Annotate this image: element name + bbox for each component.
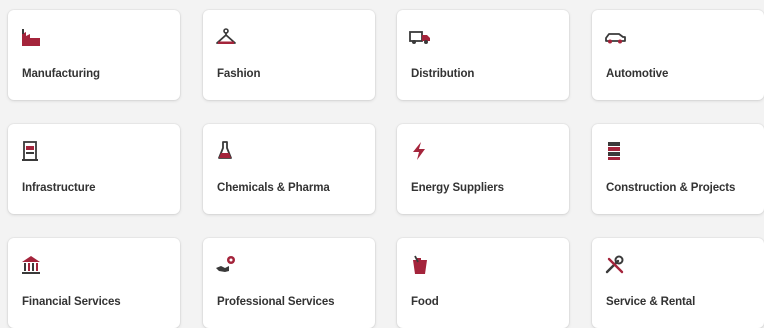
building-infrastructure-icon [20,140,42,162]
food-basket-icon [409,254,431,276]
industry-label: Automotive [606,68,669,80]
construction-stack-icon [604,140,626,162]
industry-label: Fashion [217,68,261,80]
industry-grid: Manufacturing Fashion Distribution Autom… [0,0,764,328]
clothes-hanger-icon [215,26,237,48]
car-icon [604,26,626,48]
industry-label: Financial Services [22,296,121,308]
industry-label: Professional Services [217,296,335,308]
industry-card-fashion[interactable]: Fashion [203,10,375,100]
industry-label: Energy Suppliers [411,182,504,194]
industry-card-distribution[interactable]: Distribution [397,10,569,100]
industry-label: Manufacturing [22,68,100,80]
industry-label: Distribution [411,68,475,80]
factory-icon [20,26,42,48]
flask-icon [215,140,237,162]
industry-card-manufacturing[interactable]: Manufacturing [8,10,180,100]
industry-card-infrastructure[interactable]: Infrastructure [8,124,180,214]
industry-card-automotive[interactable]: Automotive [592,10,764,100]
industry-card-energy-suppliers[interactable]: Energy Suppliers [397,124,569,214]
industry-card-professional-services[interactable]: Professional Services [203,238,375,328]
industry-label: Construction & Projects [606,182,736,194]
industry-card-financial-services[interactable]: Financial Services [8,238,180,328]
lightning-bolt-icon [409,140,431,162]
industry-label: Service & Rental [606,296,696,308]
delivery-truck-icon [409,26,431,48]
industry-card-chemicals-pharma[interactable]: Chemicals & Pharma [203,124,375,214]
bank-icon [20,254,42,276]
industry-label: Food [411,296,439,308]
handshake-gear-icon [215,254,237,276]
industry-card-food[interactable]: Food [397,238,569,328]
industry-card-construction-projects[interactable]: Construction & Projects [592,124,764,214]
industry-card-service-rental[interactable]: Service & Rental [592,238,764,328]
tools-icon [604,254,626,276]
industry-label: Chemicals & Pharma [217,182,330,194]
industry-label: Infrastructure [22,182,96,194]
